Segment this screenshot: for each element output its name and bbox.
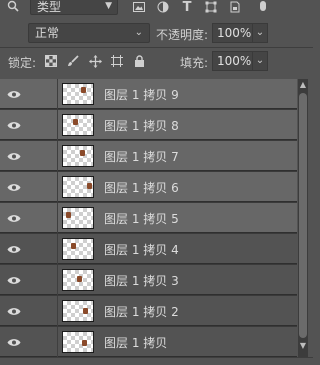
layer-thumbnail (62, 207, 94, 229)
scrollbar-thumb[interactable] (299, 93, 307, 338)
layers-list: 图层 1 拷贝 9 图层 1 拷贝 8 图层 1 拷贝 7 图层 1 拷贝 6 … (0, 79, 297, 357)
thumbnail-content (71, 243, 76, 249)
opacity-dropdown-button[interactable]: ⌄ (252, 23, 268, 43)
divider (57, 110, 58, 140)
visibility-eye-icon[interactable] (0, 265, 28, 295)
visibility-eye-icon[interactable] (0, 110, 28, 140)
layer-name[interactable]: 图层 1 拷贝 2 (104, 303, 179, 320)
search-icon (6, 0, 20, 13)
layer-row[interactable]: 图层 1 拷贝 2 (0, 296, 297, 326)
layer-name[interactable]: 图层 1 拷贝 (104, 334, 167, 351)
chevron-down-icon: ⌄ (255, 27, 265, 38)
thumbnail-content (87, 183, 92, 189)
scroll-down-arrow-icon[interactable]: ▼ (298, 340, 308, 352)
fill-dropdown-button[interactable]: ⌄ (252, 51, 268, 71)
divider (57, 203, 58, 233)
visibility-eye-icon[interactable] (0, 79, 28, 109)
layer-thumbnail (62, 269, 94, 291)
layer-thumbnail (62, 83, 94, 105)
thumbnail-content (81, 87, 86, 93)
layer-thumbnail (62, 300, 94, 322)
layer-name[interactable]: 图层 1 拷贝 3 (104, 272, 179, 289)
thumbnail-content (66, 212, 71, 218)
divider (57, 234, 58, 264)
shape-filter-icon[interactable] (204, 0, 218, 14)
layer-name[interactable]: 图层 1 拷贝 7 (104, 148, 179, 165)
layer-name[interactable]: 图层 1 拷贝 6 (104, 179, 179, 196)
thumbnail-content (77, 276, 82, 282)
layer-thumbnail (62, 238, 94, 260)
smart-object-filter-icon[interactable] (228, 0, 242, 14)
blend-mode-value: 正常 (35, 26, 60, 40)
lock-row: 锁定: 填充: 100% ⌄ (0, 50, 313, 72)
divider (57, 296, 58, 326)
lock-artboard-icon[interactable] (110, 54, 124, 68)
layer-row[interactable]: 图层 1 拷贝 8 (0, 110, 297, 140)
layer-name[interactable]: 图层 1 拷贝 5 (104, 210, 179, 227)
filter-toggle-icon[interactable] (256, 0, 270, 14)
layer-name[interactable]: 图层 1 拷贝 8 (104, 117, 179, 134)
layer-row[interactable]: 图层 1 拷贝 7 (0, 141, 297, 171)
divider (57, 172, 58, 202)
thumbnail-content (80, 150, 85, 156)
scroll-up-arrow-icon[interactable]: ▲ (298, 79, 308, 91)
opacity-input[interactable]: 100% (212, 23, 252, 43)
layer-row[interactable]: 图层 1 拷贝 6 (0, 172, 297, 202)
thumbnail-content (83, 308, 88, 314)
visibility-eye-icon[interactable] (0, 203, 28, 233)
chevron-down-icon: ⌄ (134, 27, 143, 38)
chevron-down-icon: ▼ (105, 1, 112, 11)
visibility-eye-icon[interactable] (0, 327, 28, 357)
divider (57, 265, 58, 295)
layer-row[interactable]: 图层 1 拷贝 3 (0, 265, 297, 295)
visibility-eye-icon[interactable] (0, 296, 28, 326)
layer-row[interactable]: 图层 1 拷贝 9 (0, 79, 297, 109)
layers-panel-footer (0, 357, 313, 365)
thumbnail-content (73, 119, 78, 125)
thumbnail-content (82, 340, 87, 346)
lock-label: 锁定: (8, 56, 37, 70)
layer-row[interactable]: 图层 1 拷贝 5 (0, 203, 297, 233)
layer-name[interactable]: 图层 1 拷贝 9 (104, 86, 179, 103)
filter-kind-label: 类型 (37, 0, 62, 14)
lock-all-icon[interactable] (132, 54, 146, 68)
layer-thumbnail (62, 114, 94, 136)
blend-mode-select[interactable]: 正常 ⌄ (28, 23, 150, 43)
divider (0, 47, 313, 48)
divider (57, 79, 58, 109)
visibility-eye-icon[interactable] (0, 234, 28, 264)
layer-thumbnail (62, 176, 94, 198)
layer-thumbnail (62, 331, 94, 353)
adjustment-filter-icon[interactable] (156, 0, 170, 14)
fill-input[interactable]: 100% (212, 51, 252, 71)
opacity-label: 不透明度: (156, 28, 209, 42)
fill-label: 填充: (180, 56, 209, 70)
layer-filter-row: 类型 ▼ T (0, 0, 313, 18)
filter-kind-select[interactable]: 类型 ▼ (30, 0, 118, 15)
visibility-eye-icon[interactable] (0, 141, 28, 171)
layer-thumbnail (62, 145, 94, 167)
layer-row[interactable]: 图层 1 拷贝 4 (0, 234, 297, 264)
divider (57, 141, 58, 171)
layer-name[interactable]: 图层 1 拷贝 4 (104, 241, 179, 258)
lock-position-icon[interactable] (88, 54, 102, 68)
blend-row: 正常 ⌄ 不透明度: 100% ⌄ (0, 22, 313, 44)
image-filter-icon[interactable] (132, 0, 146, 14)
layer-row[interactable]: 图层 1 拷贝 (0, 327, 297, 357)
lock-image-pixels-icon[interactable] (66, 54, 80, 68)
lock-transparent-pixels-icon[interactable] (44, 54, 58, 68)
visibility-eye-icon[interactable] (0, 172, 28, 202)
type-filter-icon[interactable]: T (180, 0, 194, 15)
divider (57, 327, 58, 357)
chevron-down-icon: ⌄ (255, 55, 265, 66)
